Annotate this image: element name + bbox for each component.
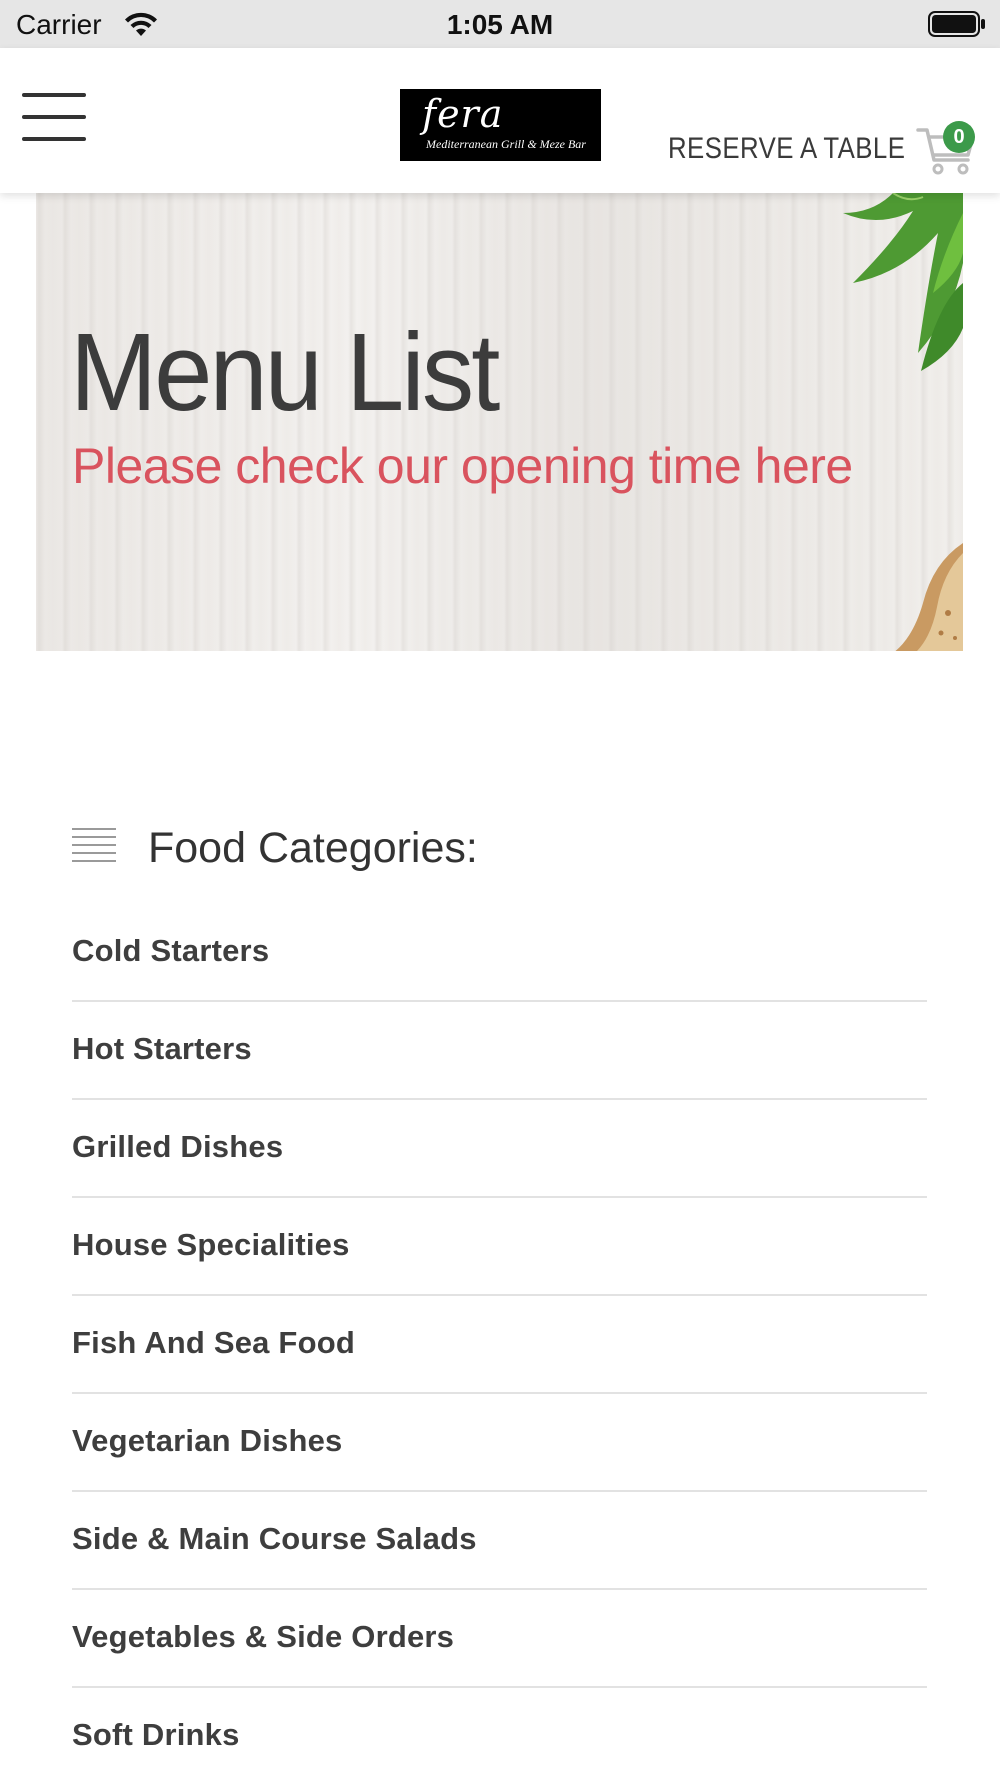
cart-count-badge[interactable]: 0 (943, 121, 975, 153)
categories-heading: Food Categories: (72, 820, 932, 880)
logo-name: fera (422, 92, 504, 136)
category-label: Grilled Dishes (72, 1129, 284, 1164)
menu-banner: Menu List Please check our opening time … (36, 193, 963, 651)
opening-times-link[interactable]: Please check our opening time here (72, 437, 853, 495)
category-label: Fish And Sea Food (72, 1325, 355, 1360)
category-item-hot-starters[interactable]: Hot Starters (72, 1002, 927, 1100)
category-label: Vegetarian Dishes (72, 1423, 343, 1458)
restaurant-logo[interactable]: fera Mediterranean Grill & Meze Bar (400, 89, 601, 161)
page-title: Menu List (70, 311, 500, 434)
hamburger-menu-icon[interactable] (22, 93, 86, 141)
basil-leaves-image (843, 193, 963, 371)
category-item-grilled-dishes[interactable]: Grilled Dishes (72, 1100, 927, 1198)
category-label: Vegetables & Side Orders (72, 1619, 455, 1654)
list-lines-icon (72, 828, 116, 864)
category-list: Cold Starters Hot Starters Grilled Dishe… (72, 904, 927, 1784)
categories-title: Food Categories: (148, 824, 478, 872)
category-label: House Specialities (72, 1227, 350, 1262)
battery-full-icon (928, 11, 985, 37)
category-label: Cold Starters (72, 933, 270, 968)
logo-tagline: Mediterranean Grill & Meze Bar (426, 137, 586, 151)
category-label: Hot Starters (72, 1031, 252, 1066)
category-item-vegetarian-dishes[interactable]: Vegetarian Dishes (72, 1394, 927, 1492)
category-item-fish-and-sea-food[interactable]: Fish And Sea Food (72, 1296, 927, 1394)
category-label: Side & Main Course Salads (72, 1521, 477, 1556)
category-label: Soft Drinks (72, 1717, 240, 1752)
category-item-house-specialities[interactable]: House Specialities (72, 1198, 927, 1296)
app-header: fera Mediterranean Grill & Meze Bar RESE… (0, 48, 1000, 193)
reserve-table-link[interactable]: RESERVE A TABLE (668, 130, 905, 168)
category-item-salads[interactable]: Side & Main Course Salads (72, 1492, 927, 1590)
status-bar: Carrier 1:05 AM (0, 0, 1000, 48)
clock-time: 1:05 AM (446, 9, 554, 40)
category-item-vegetables-side-orders[interactable]: Vegetables & Side Orders (72, 1590, 927, 1688)
category-item-soft-drinks[interactable]: Soft Drinks (72, 1688, 927, 1784)
bread-image (895, 543, 963, 651)
category-item-cold-starters[interactable]: Cold Starters (72, 904, 927, 1002)
